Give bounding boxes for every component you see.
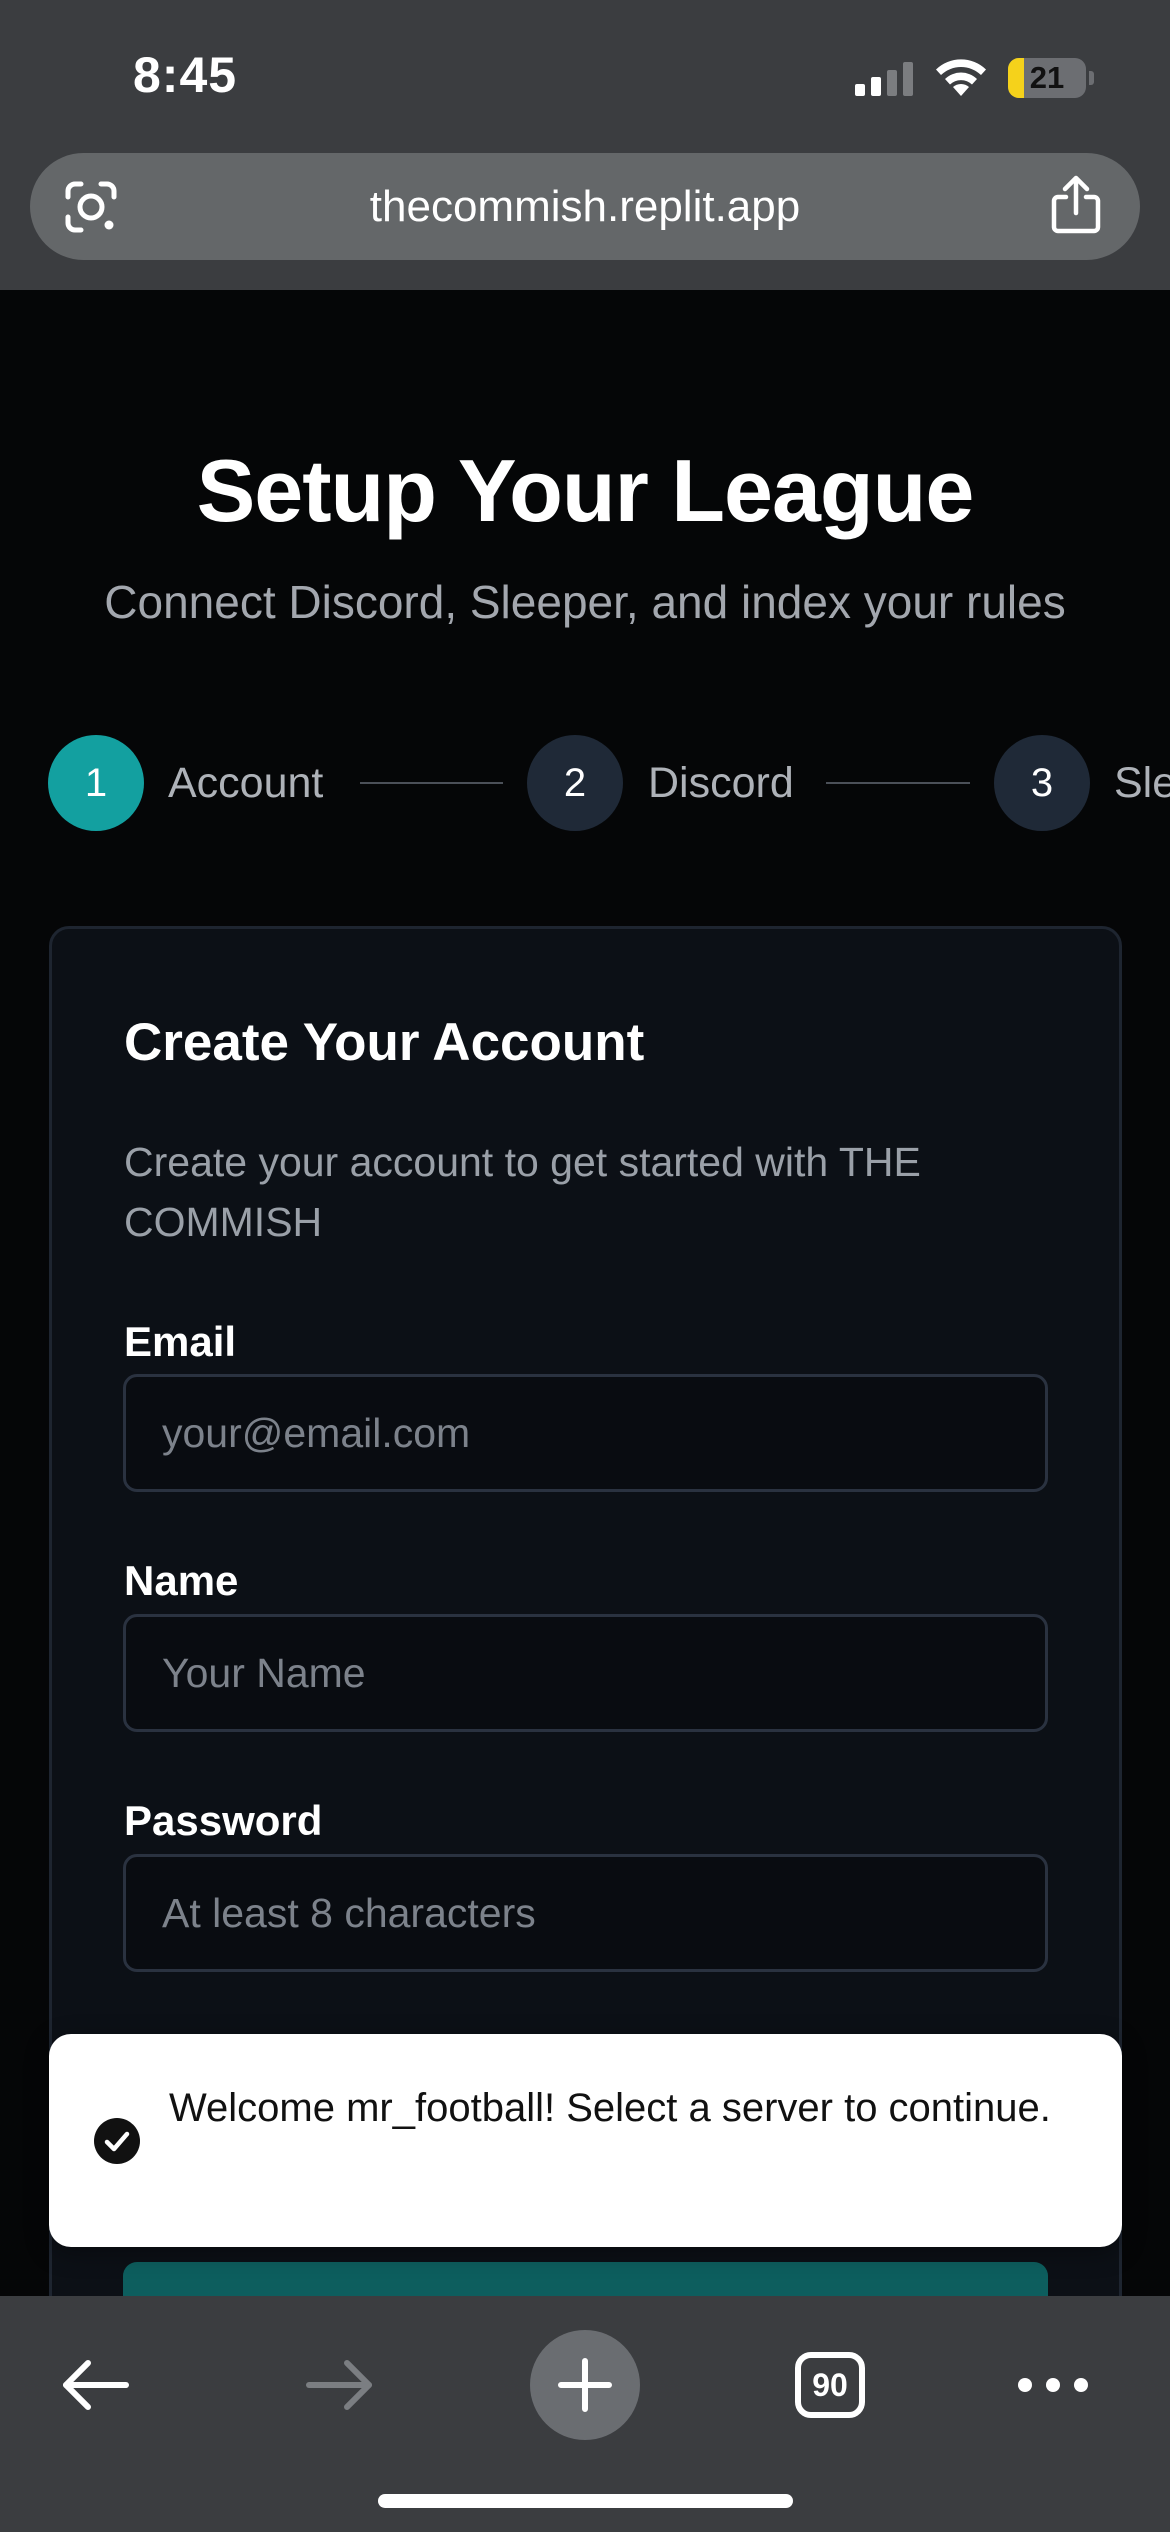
- screen: 8:45 21 thecommish.replit.app Setup Your…: [0, 0, 1170, 2532]
- address-bar[interactable]: thecommish.replit.app: [30, 153, 1140, 260]
- forward-button[interactable]: [285, 2330, 395, 2440]
- wifi-icon: [936, 59, 986, 96]
- back-button[interactable]: [40, 2330, 150, 2440]
- check-circle-icon: [94, 2118, 140, 2164]
- step-1-indicator: 1: [48, 735, 144, 831]
- browser-top-chrome: 8:45 21 thecommish.replit.app: [0, 0, 1170, 290]
- share-icon[interactable]: [1050, 175, 1102, 235]
- name-label: Name: [124, 1557, 239, 1604]
- tabs-button[interactable]: 90: [775, 2330, 885, 2440]
- battery-level: 21: [1029, 60, 1065, 95]
- step-connector: [826, 782, 970, 784]
- step-3-label: Sle: [1114, 759, 1170, 807]
- password-label: Password: [124, 1797, 323, 1844]
- step-1-label: Account: [168, 759, 324, 807]
- back-arrow-icon: [63, 2360, 129, 2410]
- step-2-indicator: 2: [527, 735, 623, 831]
- more-menu-button[interactable]: [998, 2330, 1108, 2440]
- status-time: 8:45: [133, 47, 238, 103]
- email-label: Email: [124, 1318, 237, 1365]
- card-description: Create your account to get started with …: [124, 1139, 921, 1245]
- cellular-signal-icon: [855, 62, 913, 96]
- more-dots-icon: [1018, 2378, 1088, 2392]
- tab-count: 90: [795, 2352, 865, 2418]
- toast-message: Welcome mr_football! Select a server to …: [169, 2086, 1051, 2130]
- new-tab-button[interactable]: [530, 2330, 640, 2440]
- card-title: Create Your Account: [124, 1013, 645, 1072]
- battery-icon: 21: [1008, 58, 1094, 98]
- page-title: Setup Your League: [196, 441, 975, 540]
- email-field[interactable]: [123, 1374, 1048, 1492]
- toast-notification: Welcome mr_football! Select a server to …: [49, 2034, 1122, 2247]
- forward-arrow-icon: [306, 2360, 372, 2410]
- google-lens-icon[interactable]: [64, 181, 118, 233]
- step-3-indicator: 3: [994, 735, 1090, 831]
- password-field[interactable]: [123, 1854, 1048, 1972]
- name-field[interactable]: [123, 1614, 1048, 1732]
- home-indicator: [378, 2494, 793, 2508]
- step-2-label: Discord: [648, 759, 794, 807]
- step-connector: [360, 782, 503, 784]
- plus-icon: [558, 2358, 612, 2412]
- url-text[interactable]: thecommish.replit.app: [150, 153, 1020, 260]
- page-subtitle: Connect Discord, Sleeper, and index your…: [104, 576, 1066, 628]
